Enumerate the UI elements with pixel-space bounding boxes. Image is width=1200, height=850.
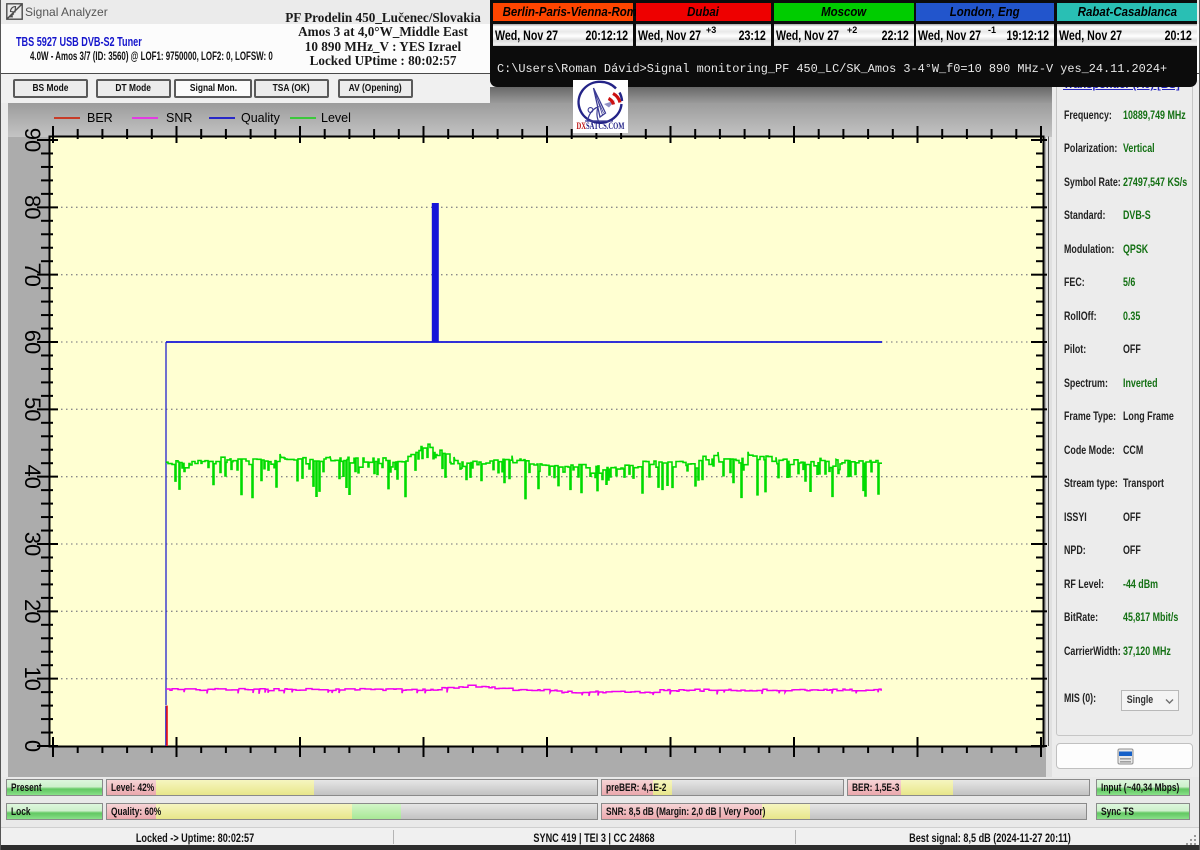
svg-text:40: 40	[20, 464, 45, 488]
svg-text:90: 90	[20, 128, 45, 152]
svg-text:80: 80	[20, 195, 45, 219]
svg-text:70: 70	[20, 262, 45, 286]
svg-text:60: 60	[20, 330, 45, 354]
svg-text:10: 10	[20, 666, 45, 690]
svg-text:20: 20	[20, 599, 45, 623]
svg-text:DXSATCS.COM: DXSATCS.COM	[577, 122, 625, 132]
svg-text:0: 0	[20, 740, 45, 752]
svg-text:50: 50	[20, 397, 45, 421]
svg-text:30: 30	[20, 532, 45, 556]
